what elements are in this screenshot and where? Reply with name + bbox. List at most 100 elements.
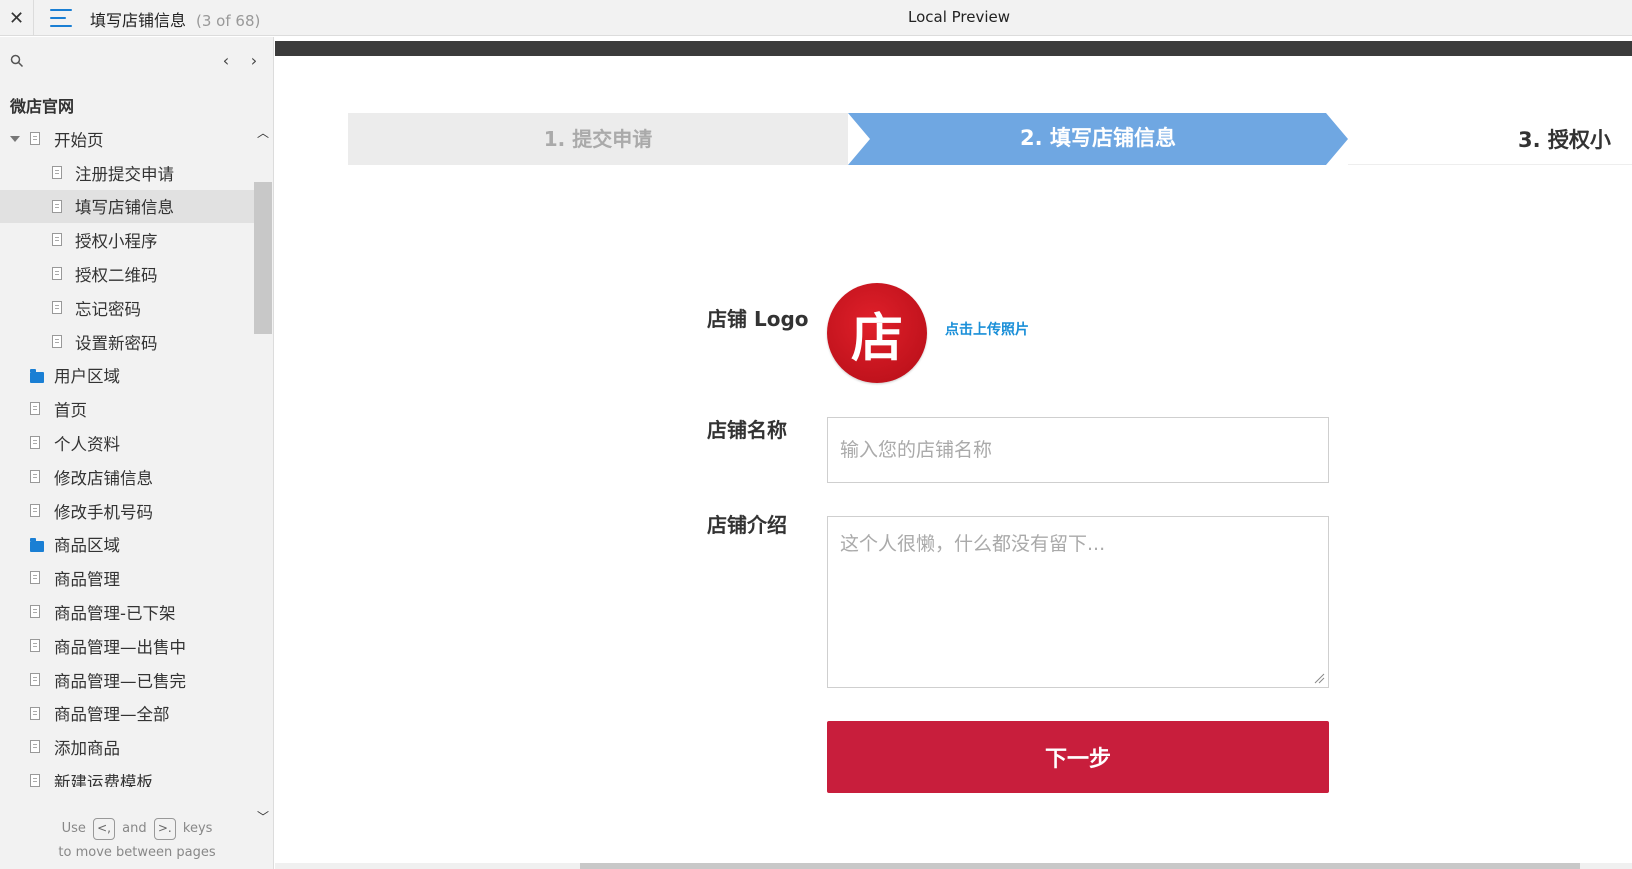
progress-steps: 1. 提交申请 2. 填写店铺信息 3. 授权小 xyxy=(348,113,1632,165)
sidebar-item-label: 新建运费模板 xyxy=(54,773,153,787)
page-icon xyxy=(30,638,40,652)
sidebar-item-label: 商品管理 xyxy=(54,570,120,590)
sidebar-item[interactable]: 个人资料 xyxy=(0,426,254,460)
sidebar-item[interactable]: 忘记密码 xyxy=(0,291,254,325)
close-button[interactable]: ✕ xyxy=(0,0,34,36)
folder-icon xyxy=(30,537,44,552)
page-title: 填写店铺信息 (3 of 68) xyxy=(90,7,260,31)
sidebar: ‹ › 微店官网 开始页注册提交申请 填写店铺信息 授权小程序授权二维码忘记密码设置… xyxy=(0,37,274,869)
page-icon xyxy=(30,436,40,450)
expand-caret-icon[interactable] xyxy=(10,136,20,142)
hint-keys: keys xyxy=(182,821,213,836)
sidebar-item-label: 设置新密码 xyxy=(75,333,158,353)
next-step-button[interactable]: 下一步 xyxy=(827,721,1329,793)
resize-grip-icon[interactable] xyxy=(1313,672,1325,684)
sidebar-item[interactable]: 商品区域 xyxy=(0,528,254,562)
upload-photo-link[interactable]: 点击上传照片 xyxy=(945,319,1029,339)
shop-logo[interactable]: 店 xyxy=(827,283,927,383)
page-icon xyxy=(30,469,40,483)
sidebar-item[interactable]: 商品管理 xyxy=(0,561,254,595)
shop-name-label: 店铺名称 xyxy=(707,418,787,442)
sidebar-item-label: 忘记密码 xyxy=(75,299,141,319)
previous-page-chevron-icon[interactable]: ‹ xyxy=(218,51,234,70)
preview-title: Local Preview xyxy=(908,8,1011,26)
keyboard-hint: Use <, and >. keys to move between pages xyxy=(0,817,274,865)
menu-icon[interactable] xyxy=(50,9,72,27)
hint-use: Use xyxy=(61,821,86,836)
page-icon xyxy=(52,165,62,179)
sidebar-item-label: 首页 xyxy=(54,401,87,421)
shop-intro-textarea[interactable] xyxy=(827,516,1329,688)
page-icon xyxy=(30,774,40,787)
sidebar-item-label: 商品区域 xyxy=(54,536,120,556)
sidebar-item-label: 填写店铺信息 xyxy=(75,198,174,218)
step-2-label: 2. 填写店铺信息 xyxy=(1020,126,1176,150)
sidebar-item-label: 注册提交申请 xyxy=(75,164,174,184)
shop-name-input[interactable] xyxy=(827,417,1329,483)
logo-label: 店铺 Logo xyxy=(707,307,809,331)
search-icon[interactable] xyxy=(10,54,24,68)
page-icon xyxy=(30,605,40,619)
sidebar-item-label: 商品管理—全部 xyxy=(54,705,170,725)
sidebar-scrollbar[interactable]: ︿ ﹀ xyxy=(254,127,272,827)
sidebar-scroll-thumb[interactable] xyxy=(254,182,272,334)
horizontal-scrollbar[interactable] xyxy=(275,863,1632,869)
step-1-label: 1. 提交申请 xyxy=(543,127,653,151)
prev-key: <, xyxy=(93,817,115,840)
sidebar-item-label: 添加商品 xyxy=(54,739,120,759)
sidebar-item[interactable]: 授权小程序 xyxy=(0,223,254,257)
project-title: 微店官网 xyxy=(10,97,75,116)
preview-content: 1. 提交申请 2. 填写店铺信息 3. 授权小 店铺 Logo 店 点击上传照… xyxy=(275,37,1632,869)
page-icon xyxy=(30,706,40,720)
page-tree: 开始页注册提交申请 填写店铺信息 授权小程序授权二维码忘记密码设置新密码用户区域首页… xyxy=(0,122,254,787)
shop-intro-label: 店铺介绍 xyxy=(707,513,787,537)
sidebar-item-label: 修改店铺信息 xyxy=(54,468,153,488)
top-bar: ✕ 填写店铺信息 (3 of 68) Local Preview xyxy=(0,0,1632,36)
sidebar-item-label: 商品管理—已售完 xyxy=(54,671,186,691)
page-icon xyxy=(30,503,40,517)
sidebar-item[interactable]: 商品管理—全部 xyxy=(0,697,254,731)
sidebar-item-label: 商品管理—出售中 xyxy=(54,637,186,657)
scroll-up-icon[interactable]: ︿ xyxy=(257,127,269,139)
page-icon xyxy=(30,132,40,145)
sidebar-item[interactable]: 注册提交申请 xyxy=(0,156,254,190)
sidebar-item[interactable]: 修改手机号码 xyxy=(0,494,254,528)
sidebar-item-label: 授权二维码 xyxy=(75,266,158,286)
page-icon xyxy=(52,233,62,247)
sidebar-item[interactable]: 填写店铺信息 xyxy=(0,189,254,224)
sidebar-item[interactable]: 修改店铺信息 xyxy=(0,460,254,494)
sidebar-item[interactable]: 用户区域 xyxy=(0,359,254,393)
page-icon xyxy=(52,334,62,348)
sidebar-item[interactable]: 设置新密码 xyxy=(0,325,254,359)
sidebar-item[interactable]: 授权二维码 xyxy=(0,257,254,291)
logo-char: 店 xyxy=(850,308,903,369)
sidebar-item[interactable]: 添加商品 xyxy=(0,730,254,764)
sidebar-item-label: 授权小程序 xyxy=(75,232,158,252)
page-icon xyxy=(30,571,40,585)
horizontal-scroll-thumb[interactable] xyxy=(580,863,1580,869)
next-page-chevron-icon[interactable]: › xyxy=(246,51,262,70)
sidebar-item[interactable]: 新建运费模板 xyxy=(0,764,254,787)
page-icon xyxy=(30,672,40,686)
next-key: >. xyxy=(153,817,176,840)
sidebar-item[interactable]: 商品管理—已售完 xyxy=(0,663,254,697)
folder-icon xyxy=(30,368,44,383)
hint-line2: to move between pages xyxy=(58,845,216,860)
page-icon xyxy=(52,267,62,281)
sidebar-item-label: 开始页 xyxy=(54,130,104,150)
page-title-text: 填写店铺信息 xyxy=(90,11,187,30)
sidebar-item[interactable]: 开始页 xyxy=(0,122,254,156)
hint-and: and xyxy=(122,821,147,836)
page-count: (3 of 68) xyxy=(196,12,261,30)
sidebar-item[interactable]: 商品管理-已下架 xyxy=(0,595,254,629)
step-3-label: 3. 授权小 xyxy=(1518,128,1611,152)
page-icon xyxy=(52,199,62,213)
header-bar xyxy=(275,41,1632,56)
page-icon xyxy=(52,300,62,314)
sidebar-item[interactable]: 商品管理—出售中 xyxy=(0,629,254,663)
sidebar-item-label: 用户区域 xyxy=(54,367,120,387)
sidebar-item-label: 个人资料 xyxy=(54,435,120,455)
sidebar-item-label: 商品管理-已下架 xyxy=(54,604,176,624)
sidebar-item[interactable]: 首页 xyxy=(0,392,254,426)
sidebar-item-label: 修改手机号码 xyxy=(54,502,153,522)
